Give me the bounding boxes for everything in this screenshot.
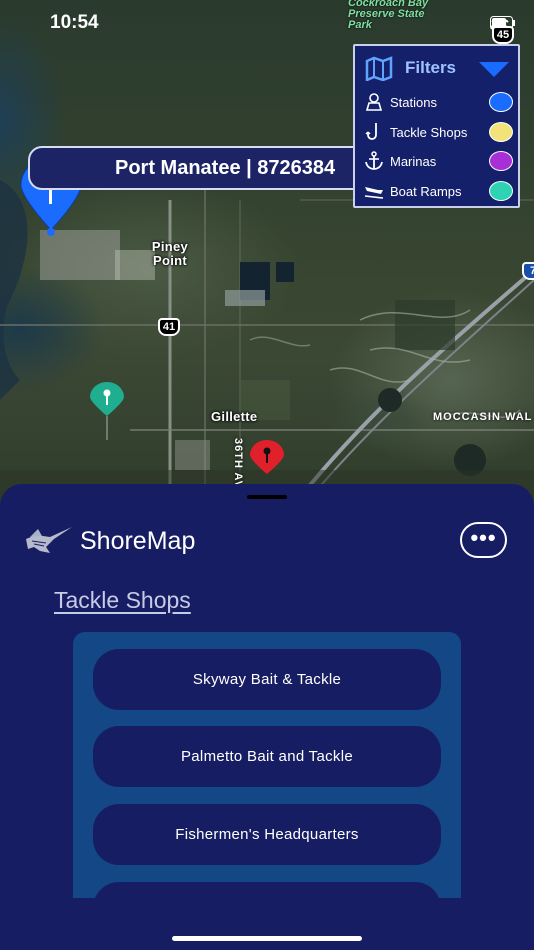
list-item[interactable]	[93, 882, 441, 898]
anchor-icon	[365, 151, 383, 170]
filter-toggle-stations[interactable]	[489, 92, 513, 112]
filter-label: Tackle Shops	[390, 124, 468, 140]
filter-label: Boat Ramps	[390, 183, 462, 199]
us-41-shield: 41	[158, 318, 180, 336]
filter-toggle-boat-ramps[interactable]	[489, 180, 513, 201]
more-options-button[interactable]: •••	[460, 522, 507, 558]
map-icon	[365, 56, 393, 81]
bottom-sheet: ShoreMap ••• Tackle Shops Skyway Bait & …	[0, 484, 534, 950]
chevron-down-icon[interactable]	[479, 62, 509, 78]
filters-title: Filters	[405, 58, 457, 77]
hook-icon	[365, 122, 377, 140]
satellite-map[interactable]: Cockroach Bay Preserve State Park 10:54 …	[0, 0, 534, 510]
filters-panel: Filters Stations Tackle Shops Marinas Bo…	[353, 44, 520, 208]
filter-label: Stations	[390, 95, 437, 110]
filter-row-tackle-shops[interactable]: Tackle Shops	[355, 118, 518, 148]
piney-point-label: Piney Point	[151, 239, 189, 268]
station-icon	[365, 93, 383, 111]
sheet-grabber[interactable]	[247, 495, 287, 499]
36th-ave-label: 36TH AV	[232, 438, 244, 490]
boat-ramp-icon	[364, 186, 384, 199]
filter-toggle-marinas[interactable]	[489, 151, 513, 171]
status-time: 10:54	[50, 12, 99, 33]
gillette-label: Gillette	[211, 409, 258, 424]
tackle-shop-pin-red[interactable]	[247, 440, 287, 480]
filter-label: Marinas	[390, 154, 437, 169]
hwy-45-shield: 45	[492, 26, 514, 44]
filter-row-boat-ramps[interactable]: Boat Ramps	[355, 177, 518, 207]
section-title[interactable]: Tackle Shops	[54, 587, 191, 614]
station-banner[interactable]: Port Manatee | 8726384	[28, 146, 368, 190]
list-item[interactable]: Palmetto Bait and Tackle	[93, 726, 441, 787]
preserve-label: Cockroach Bay Preserve State Park	[348, 0, 429, 31]
list-item[interactable]: Fishermen's Headquarters	[93, 804, 441, 865]
marlin-logo-icon	[26, 527, 72, 553]
filter-row-marinas[interactable]: Marinas	[355, 147, 518, 177]
filter-toggle-tackle-shops[interactable]	[489, 121, 513, 142]
tackle-shop-list: Skyway Bait & Tackle Palmetto Bait and T…	[73, 632, 461, 898]
app-name: ShoreMap	[80, 527, 196, 555]
boat-ramp-pin-teal[interactable]	[87, 382, 127, 442]
filters-header[interactable]: Filters	[355, 46, 518, 88]
list-item[interactable]: Skyway Bait & Tackle	[93, 649, 441, 710]
moccasin-road-label: MOCCASIN WAL	[433, 411, 533, 423]
interstate-shield: 7	[522, 262, 534, 280]
filter-row-stations[interactable]: Stations	[355, 88, 518, 118]
home-indicator	[172, 936, 362, 941]
